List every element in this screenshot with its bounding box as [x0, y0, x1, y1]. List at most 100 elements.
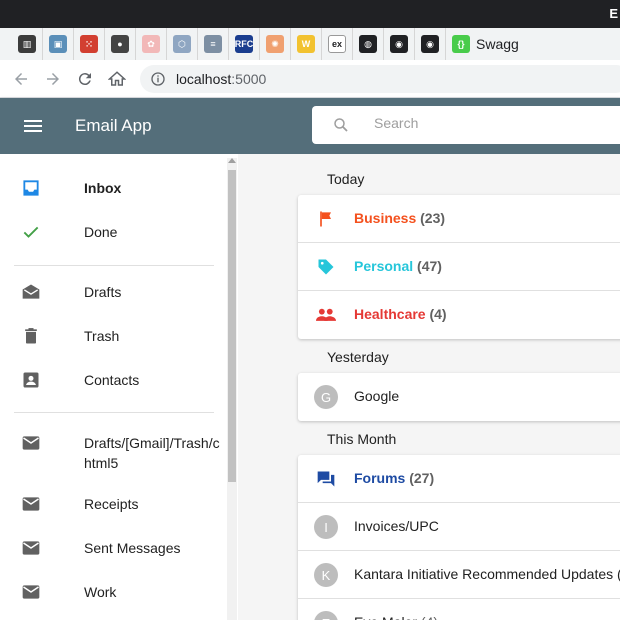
bookmarks-bar: ▥ ▣ ⁙ ● ✿ ⬡ ≡ RFC ✺ Wex ◍ ◉ ◉ {} Swagg: [0, 28, 620, 60]
section-heading: This Month: [327, 431, 397, 447]
folder-label: Invoices/UPC: [354, 518, 439, 534]
tag-icon: [314, 255, 338, 279]
sidebar-item-label: Receipts: [84, 496, 139, 512]
search-input[interactable]: [374, 115, 594, 131]
bookmark-item[interactable]: W: [291, 28, 322, 60]
sidebar-item-label: Drafts/[Gmail]/Trash/c html5: [84, 435, 220, 471]
drafts-icon: [20, 281, 42, 303]
folder-row[interactable]: Forums (27): [298, 455, 620, 503]
app-bar: Email App: [0, 98, 620, 154]
sidebar-divider: [14, 265, 214, 266]
folder-label: Forums: [354, 470, 406, 486]
sidebar-item-label: Inbox: [84, 180, 122, 196]
sidebar-item-label: Trash: [84, 328, 120, 344]
reload-icon: [78, 73, 91, 86]
section-heading: Yesterday: [327, 349, 389, 365]
bookmark-item[interactable]: ≡: [198, 28, 229, 60]
sidebar-item-label: Sent Messages: [84, 540, 181, 556]
sidebar-item-label: Work: [84, 584, 117, 600]
folder-row-text: Kantara Initiative Recommended Updates (: [354, 566, 620, 582]
info-icon: [151, 72, 165, 86]
unread-count: (4): [429, 306, 447, 322]
bookmark-item[interactable]: {} Swagg: [446, 28, 525, 60]
folder-card: Business (23) Personal (47) Healthcare (4): [298, 195, 620, 339]
flag-icon: [314, 207, 338, 231]
url-bar: localhost:5000: [0, 60, 620, 98]
github-icon: ◉: [390, 35, 408, 53]
folder-label: Kantara Initiative Recommended Updates (: [354, 566, 620, 582]
scrollbar-thumb[interactable]: [228, 170, 236, 482]
sidebar-item-label: Drafts: [84, 284, 122, 300]
sidebar-item-done[interactable]: Done: [0, 220, 226, 244]
address-bar[interactable]: localhost:5000: [140, 65, 620, 93]
folder-row-text: Healthcare (4): [354, 306, 447, 322]
home-button[interactable]: [106, 68, 128, 90]
folder-card: Forums (27) I Invoices/UPC K Kantara Initiat…: [298, 455, 620, 620]
bookmark-item[interactable]: ◉: [415, 28, 446, 60]
avatar: K: [314, 563, 338, 587]
sidebar-item-work[interactable]: Work: [0, 580, 226, 604]
window-title: E: [609, 6, 618, 21]
bookmark-item[interactable]: ⬡: [167, 28, 198, 60]
sidebar-item-drafts[interactable]: Drafts: [0, 280, 226, 304]
folder-row[interactable]: E Eve Maler (4): [298, 599, 620, 620]
bookmark-item[interactable]: RFC: [229, 28, 260, 60]
w-icon: W: [297, 35, 315, 53]
mail-icon: [20, 493, 42, 515]
bookmark-item[interactable]: ●: [105, 28, 136, 60]
back-button[interactable]: [10, 68, 32, 90]
globe-icon: ◍: [359, 35, 377, 53]
folder-row[interactable]: I Invoices/UPC: [298, 503, 620, 551]
bookmark-label: Swagg: [476, 36, 519, 52]
sidebar-item-trash[interactable]: Trash: [0, 324, 226, 348]
unread-count: (23): [420, 210, 446, 226]
avatar: I: [314, 515, 338, 539]
folder-row[interactable]: K Kantara Initiative Recommended Updates …: [298, 551, 620, 599]
swagger-icon: {}: [452, 35, 470, 53]
bookmark-item[interactable]: ◉: [384, 28, 415, 60]
folder-row[interactable]: G Google: [298, 373, 620, 421]
avatar: E: [314, 611, 338, 620]
search-box[interactable]: [312, 106, 620, 144]
url-port: :5000: [231, 71, 267, 87]
rfc-icon: RFC: [235, 35, 253, 53]
bookmark-item[interactable]: ◍: [353, 28, 384, 60]
folder-row[interactable]: Healthcare (4): [298, 291, 620, 339]
message-list: Today Business (23) Personal (47) Healthcar…: [238, 154, 620, 620]
bookmark-item[interactable]: ▥: [12, 28, 43, 60]
bookmark-item[interactable]: ▣: [43, 28, 74, 60]
sidebar-item-drafts-gmail-trash-c[interactable]: Drafts/[Gmail]/Trash/c html5: [0, 431, 226, 475]
avatar: G: [314, 385, 338, 409]
bookmark-item[interactable]: ✿: [136, 28, 167, 60]
bookmark-item[interactable]: ✺: [260, 28, 291, 60]
unread-count: (47): [417, 258, 442, 274]
sidebar-item-receipts[interactable]: Receipts: [0, 492, 226, 516]
check-icon: [20, 221, 42, 243]
folder-row[interactable]: Personal (47): [298, 243, 620, 291]
folder-card: G Google: [298, 373, 620, 421]
folder-label: Eve Maler: [354, 614, 417, 620]
folder-row[interactable]: Business (23): [298, 195, 620, 243]
menu-button[interactable]: [20, 114, 46, 138]
mail-icon: [20, 581, 42, 603]
folder-row-text: Personal (47): [354, 258, 442, 274]
ex-icon: ex: [328, 35, 346, 53]
folder-label: Healthcare: [354, 306, 426, 322]
scroll-up-arrow[interactable]: [228, 158, 236, 163]
sidebar-item-sent-messages[interactable]: Sent Messages: [0, 536, 226, 560]
github-icon: ◉: [421, 35, 439, 53]
avatar-icon: ●: [111, 35, 129, 53]
flower-icon: ✿: [142, 35, 160, 53]
sidebar-scrollbar[interactable]: [227, 158, 237, 620]
browser-titlebar: E: [0, 0, 620, 28]
bookmark-item[interactable]: ex: [322, 28, 353, 60]
contacts-icon: [20, 369, 42, 391]
reload-button[interactable]: [74, 68, 96, 90]
folder-label: Business: [354, 210, 417, 226]
sidebar-item-contacts[interactable]: Contacts: [0, 368, 226, 392]
forward-button[interactable]: [42, 68, 64, 90]
sidebar-item-inbox[interactable]: Inbox: [0, 176, 226, 200]
gear-icon: ✺: [266, 35, 284, 53]
bookmark-item[interactable]: ⁙: [74, 28, 105, 60]
database-icon: ≡: [204, 35, 222, 53]
